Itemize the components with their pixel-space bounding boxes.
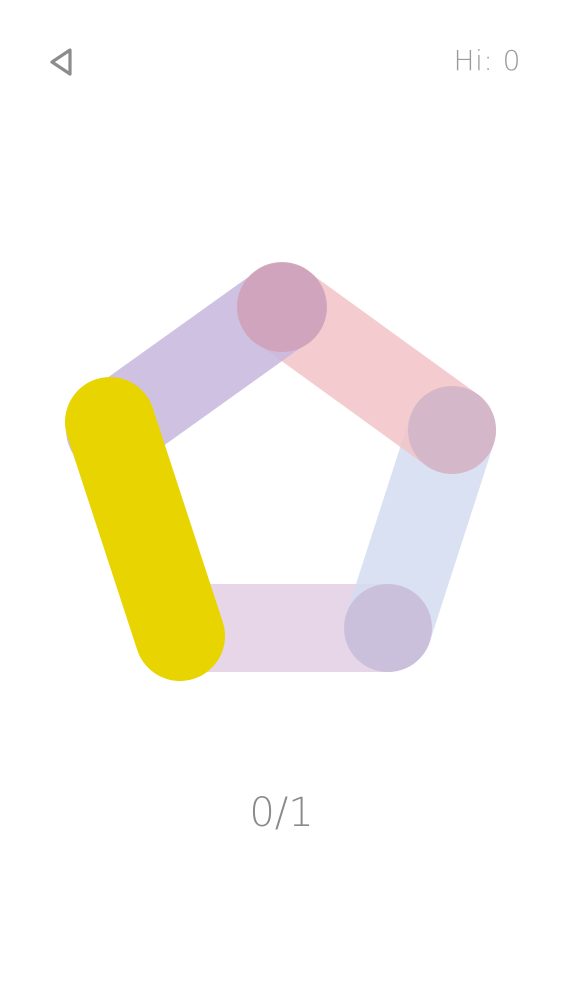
node-top[interactable] [237, 262, 327, 352]
segment-active-left[interactable] [65, 377, 225, 681]
game-board[interactable] [0, 0, 563, 1000]
node-right[interactable] [408, 386, 496, 474]
node-bottom-right[interactable] [344, 584, 432, 672]
progress-counter: 0/1 [249, 790, 314, 836]
